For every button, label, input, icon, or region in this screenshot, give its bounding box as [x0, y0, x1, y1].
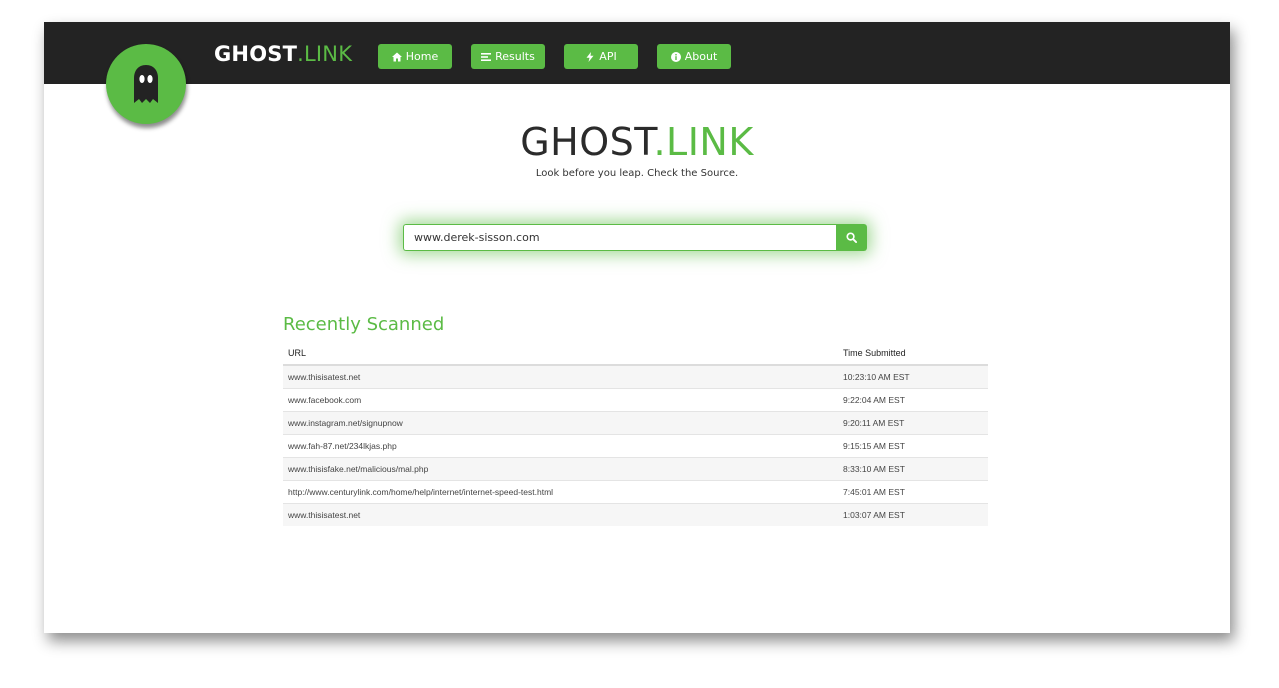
nav-results-label: Results — [495, 50, 535, 63]
row-time: 9:15:15 AM EST — [838, 434, 988, 458]
top-navbar: GHOST.LINK Home Results API About — [44, 22, 1230, 84]
nav-about-button[interactable]: About — [657, 44, 731, 69]
row-time: 9:22:04 AM EST — [838, 388, 988, 412]
row-time: 8:33:10 AM EST — [838, 457, 988, 481]
nav-home-button[interactable]: Home — [378, 44, 452, 69]
tagline: Look before you leap. Check the Source. — [535, 168, 739, 179]
search-bar — [403, 224, 867, 251]
row-time: 1:03:07 AM EST — [838, 503, 988, 526]
hero-title-main: GHOST — [520, 120, 654, 164]
row-time: 7:45:01 AM EST — [838, 480, 988, 504]
search-button[interactable] — [836, 224, 867, 251]
table-header-row: URL Time Submitted — [283, 341, 988, 366]
ghost-logo[interactable] — [106, 44, 186, 124]
table-row[interactable]: www.thisisatest.net 1:03:07 AM EST — [283, 503, 988, 526]
row-url[interactable]: www.thisisfake.net/malicious/mal.php — [283, 457, 838, 481]
brand-main: GHOST — [214, 42, 298, 66]
brand-logo-text[interactable]: GHOST.LINK — [214, 42, 352, 66]
recently-scanned-title: Recently Scanned — [283, 314, 445, 335]
list-icon — [481, 52, 492, 61]
table-row[interactable]: www.facebook.com 9:22:04 AM EST — [283, 388, 988, 412]
row-url[interactable]: http://www.centurylink.com/home/help/int… — [283, 480, 838, 504]
nav-results-button[interactable]: Results — [471, 44, 545, 69]
bolt-icon — [586, 51, 594, 62]
home-icon — [391, 52, 402, 61]
ghost-icon — [134, 65, 158, 103]
row-url[interactable]: www.thisisatest.net — [283, 503, 838, 526]
table-row[interactable]: www.thisisfake.net/malicious/mal.php 8:3… — [283, 457, 988, 481]
hero-title: GHOST.LINK — [44, 120, 1230, 164]
url-column-header: URL — [283, 341, 838, 366]
row-time: 10:23:10 AM EST — [838, 364, 988, 389]
nav-about-label: About — [684, 50, 718, 63]
time-column-header: Time Submitted — [838, 341, 988, 366]
row-url[interactable]: www.fah-87.net/234lkjas.php — [283, 434, 838, 458]
search-input[interactable] — [403, 224, 836, 251]
brand-accent: .LINK — [297, 42, 353, 66]
recently-scanned-table: URL Time Submitted www.thisisatest.net 1… — [283, 341, 988, 526]
nav-api-button[interactable]: API — [564, 44, 638, 69]
nav-home-label: Home — [405, 50, 439, 63]
search-icon — [846, 232, 857, 243]
table-row[interactable]: www.thisisatest.net 10:23:10 AM EST — [283, 364, 988, 389]
hero-title-accent: .LINK — [653, 120, 754, 164]
table-row[interactable]: http://www.centurylink.com/home/help/int… — [283, 480, 988, 504]
row-time: 9:20:11 AM EST — [838, 411, 988, 435]
info-icon — [670, 51, 681, 62]
nav-api-label: API — [599, 50, 617, 63]
app-window: GHOST.LINK Home Results API About GHOST.… — [44, 22, 1230, 633]
row-url[interactable]: www.instagram.net/signupnow — [283, 411, 838, 435]
table-row[interactable]: www.instagram.net/signupnow 9:20:11 AM E… — [283, 411, 988, 435]
row-url[interactable]: www.facebook.com — [283, 388, 838, 412]
row-url[interactable]: www.thisisatest.net — [283, 364, 838, 389]
table-row[interactable]: www.fah-87.net/234lkjas.php 9:15:15 AM E… — [283, 434, 988, 458]
